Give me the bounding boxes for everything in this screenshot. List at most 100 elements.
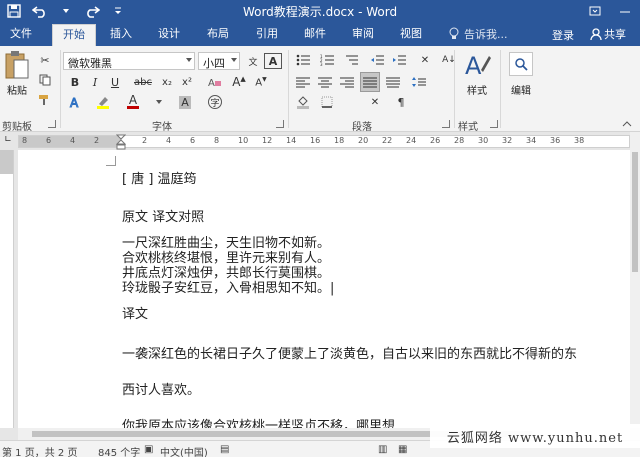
char-shading-button[interactable]: A bbox=[176, 94, 194, 110]
ruler-number: 8 bbox=[214, 136, 220, 145]
word-count[interactable]: 845 个字 bbox=[98, 444, 140, 457]
ruler-number: 4 bbox=[166, 136, 172, 145]
strikethrough-button[interactable]: abc bbox=[130, 74, 156, 90]
bold-button[interactable]: B bbox=[66, 74, 84, 90]
collapse-ribbon-button[interactable] bbox=[618, 116, 636, 132]
tab-home[interactable]: 开始 bbox=[52, 24, 96, 46]
tab-references[interactable]: 引用 bbox=[256, 26, 278, 46]
change-case-button[interactable]: 文 bbox=[244, 53, 262, 69]
editing-button[interactable]: 编辑 bbox=[506, 52, 536, 97]
clipboard-icon bbox=[5, 51, 29, 79]
paragraph-launcher[interactable] bbox=[442, 120, 450, 128]
multilevel-list-button[interactable] bbox=[342, 52, 360, 68]
macro-icon[interactable]: ▤ bbox=[220, 444, 229, 455]
minimize-button[interactable] bbox=[610, 0, 640, 22]
page-count[interactable]: 第 1 页，共 2 页 bbox=[2, 444, 77, 457]
tab-layout[interactable]: 布局 bbox=[207, 26, 229, 46]
tab-selector[interactable]: ∟ bbox=[1, 133, 15, 147]
char-border-button[interactable]: A bbox=[264, 53, 282, 69]
superscript-button[interactable]: x² bbox=[178, 74, 196, 90]
print-layout-icon[interactable]: ▦ bbox=[398, 444, 407, 455]
justify-icon bbox=[363, 77, 377, 88]
color-bar bbox=[127, 106, 139, 109]
decrease-indent-button[interactable] bbox=[368, 52, 386, 68]
text-effects-button[interactable]: A bbox=[66, 94, 84, 110]
vertical-scrollbar[interactable] bbox=[630, 132, 640, 428]
tab-file[interactable]: 文件 bbox=[10, 26, 32, 46]
clipboard-launcher[interactable] bbox=[48, 120, 56, 128]
ribbon-home: 粘贴 ✂ 剪贴板 微软雅黑 小四 文 A B I U abc x₂ x² A A… bbox=[0, 46, 640, 133]
underline-button[interactable]: U bbox=[106, 74, 124, 90]
minimize-icon bbox=[620, 11, 630, 13]
grow-font-icon: A▲ bbox=[232, 75, 246, 89]
horizontal-ruler[interactable]: 8 6 4 2 2 4 6 8 10 12 14 16 18 20 22 24 26 28 30 32 34 36 38 bbox=[18, 134, 630, 150]
tab-insert[interactable]: 插入 bbox=[110, 26, 132, 46]
align-center-button[interactable] bbox=[316, 74, 334, 90]
cut-button[interactable]: ✂ bbox=[36, 52, 54, 68]
tell-me-box[interactable]: 告诉我... bbox=[448, 26, 508, 42]
format-painter-button[interactable] bbox=[36, 92, 54, 108]
paint-bucket-icon bbox=[297, 96, 309, 109]
chinese-layout-button[interactable]: ✕ bbox=[416, 52, 434, 68]
ruler-number: 14 bbox=[286, 136, 297, 145]
numbering-button[interactable]: 123 bbox=[318, 52, 336, 68]
styles-launcher[interactable] bbox=[490, 120, 498, 128]
window-controls bbox=[580, 0, 640, 22]
subscript-button[interactable]: x₂ bbox=[158, 74, 176, 90]
clipboard-group-label: 剪贴板 bbox=[2, 122, 32, 133]
ruler-number: 10 bbox=[238, 136, 249, 145]
ruler-number: 16 bbox=[310, 136, 321, 145]
line-spacing-button[interactable] bbox=[410, 74, 428, 90]
distributed-button[interactable] bbox=[384, 74, 402, 90]
share-button[interactable]: 共享 bbox=[590, 26, 626, 42]
vertical-ruler[interactable] bbox=[0, 150, 14, 428]
doc-line-translation-heading: 译文 bbox=[122, 307, 149, 322]
font-size-combo[interactable]: 小四 bbox=[198, 52, 240, 70]
align-left-button[interactable] bbox=[294, 74, 312, 90]
login-link[interactable]: 登录 bbox=[552, 27, 574, 43]
editing-label: 编辑 bbox=[511, 86, 531, 97]
align-center-icon bbox=[318, 77, 332, 88]
increase-indent-button[interactable] bbox=[390, 52, 408, 68]
tell-me-text: 告诉我... bbox=[464, 28, 508, 41]
ruler-number: 6 bbox=[46, 136, 52, 145]
show-marks-button[interactable]: ¶ bbox=[392, 94, 410, 110]
distributed-icon bbox=[386, 77, 400, 88]
italic-button[interactable]: I bbox=[86, 74, 104, 90]
font-name-combo[interactable]: 微软雅黑 bbox=[63, 52, 195, 70]
language-indicator[interactable]: 中文(中国) bbox=[160, 444, 208, 457]
styles-button[interactable]: A 样式 bbox=[460, 50, 494, 97]
bullets-button[interactable] bbox=[294, 52, 312, 68]
asian-typography-button[interactable]: ✕ bbox=[366, 94, 384, 110]
copy-button[interactable] bbox=[36, 72, 54, 88]
enclose-char-button[interactable]: 字 bbox=[206, 94, 224, 110]
document-page[interactable]: [ 唐 ] 温庭筠 原文 译文对照 一尺深红胜曲尘，天生旧物不如新。 合欢桃核终… bbox=[18, 150, 630, 428]
borders-button[interactable] bbox=[318, 94, 336, 110]
justify-button[interactable] bbox=[360, 72, 380, 92]
highlight-button[interactable] bbox=[94, 94, 112, 110]
proofing-icon[interactable]: ▣ bbox=[144, 444, 153, 455]
read-mode-icon[interactable]: ▥ bbox=[378, 444, 387, 455]
indent-marker-icon[interactable] bbox=[116, 134, 126, 150]
tab-mailings[interactable]: 邮件 bbox=[304, 26, 326, 46]
font-color-dropdown[interactable] bbox=[150, 94, 168, 110]
shrink-font-button[interactable]: A▼ bbox=[252, 74, 270, 90]
font-color-button[interactable]: A bbox=[124, 94, 142, 110]
ruler-number: 18 bbox=[334, 136, 345, 145]
shading-button[interactable] bbox=[294, 94, 312, 110]
clear-format-button[interactable]: A bbox=[206, 74, 224, 90]
ruler-number: 6 bbox=[190, 136, 196, 145]
grow-font-button[interactable]: A▲ bbox=[230, 74, 248, 90]
sort-button[interactable]: A↓ bbox=[440, 52, 458, 68]
paste-button[interactable]: 粘贴 bbox=[2, 50, 32, 97]
paste-label: 粘贴 bbox=[7, 86, 27, 97]
align-right-button[interactable] bbox=[338, 74, 356, 90]
doc-line-poem-4: 玲珑骰子安红豆，入骨相思知不知。| bbox=[122, 281, 335, 296]
tab-view[interactable]: 视图 bbox=[400, 26, 422, 46]
tab-review[interactable]: 审阅 bbox=[352, 26, 374, 46]
font-launcher[interactable] bbox=[276, 120, 284, 128]
vertical-scroll-thumb[interactable] bbox=[632, 152, 638, 272]
shrink-font-icon: A▼ bbox=[255, 75, 267, 89]
ribbon-options-button[interactable] bbox=[580, 0, 610, 22]
tab-design[interactable]: 设计 bbox=[158, 26, 180, 46]
